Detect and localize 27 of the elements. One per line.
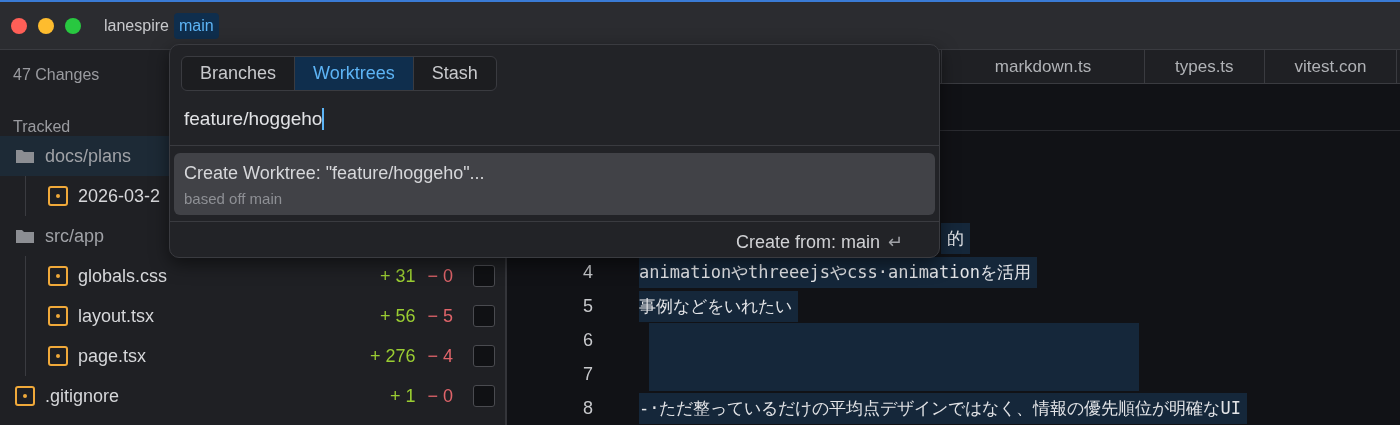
folder-name: src/app	[45, 225, 105, 247]
line-number: 5	[583, 295, 593, 316]
line-number: 4	[583, 261, 593, 282]
window-title: lanespire	[104, 16, 169, 35]
file-name: layout.tsx	[78, 305, 155, 327]
changes-count: 47 Changes	[13, 66, 100, 85]
added-count: + 31	[379, 265, 416, 287]
file-name: 2026-03-2	[78, 185, 161, 207]
line-number: 8	[583, 397, 593, 418]
enter-key-glyph: ↵	[888, 231, 903, 253]
removed-count: − 4	[427, 345, 453, 367]
added-count: + 56	[379, 305, 416, 327]
result-subtitle: based off main	[184, 190, 284, 207]
file-name: page.tsx	[78, 345, 147, 367]
removed-count: − 0	[427, 265, 453, 287]
line-number: 6	[583, 329, 593, 350]
removed-count: − 0	[427, 385, 453, 407]
section-label: Tracked	[13, 118, 71, 136]
removed-count: − 5	[427, 305, 453, 327]
footer-hint: Create from: main	[735, 231, 880, 253]
file-name: globals.css	[78, 265, 168, 287]
result-title: Create Worktree: "feature/hoggeho"...	[184, 163, 486, 184]
folder-name: docs/plans	[45, 145, 132, 167]
added-count: + 1	[389, 385, 416, 407]
file-name: .gitignore	[45, 385, 120, 407]
line-number: 7	[583, 363, 593, 384]
added-count: + 276	[369, 345, 416, 367]
